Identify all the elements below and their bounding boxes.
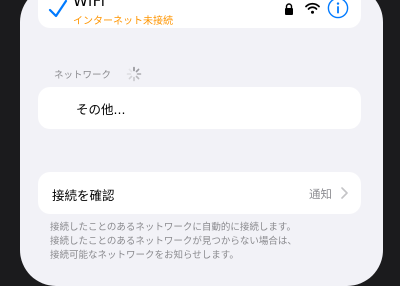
ask-to-join-value: 通知	[309, 187, 332, 201]
other-label: その他...	[76, 102, 126, 117]
wifi-signal-icon	[305, 2, 320, 14]
checkmark-icon	[48, 0, 68, 18]
network-name: WiFi	[73, 0, 106, 10]
chevron-right-icon	[341, 187, 348, 199]
loading-spinner-icon	[126, 66, 142, 82]
lock-icon	[285, 3, 293, 15]
ask-to-join-label: 接続を確認	[52, 188, 115, 203]
network-status: インターネット未接続	[73, 16, 173, 27]
ask-to-join-footer: 接続したことのあるネットワークに自動的に接続します。 接続したことのあるネットワ…	[50, 222, 297, 261]
ask-to-join-row[interactable]: 接続を確認 通知	[38, 172, 361, 214]
current-network-row[interactable]: WiFi インターネット未接続	[38, 0, 361, 28]
section-header: ネットワーク	[54, 70, 112, 81]
settings-screen: WiFi インターネット未接続 ネットワーク その他... 接続を確認 通知 接…	[20, 0, 383, 286]
info-icon[interactable]	[327, 0, 349, 19]
other-network-row[interactable]: その他...	[38, 87, 361, 129]
